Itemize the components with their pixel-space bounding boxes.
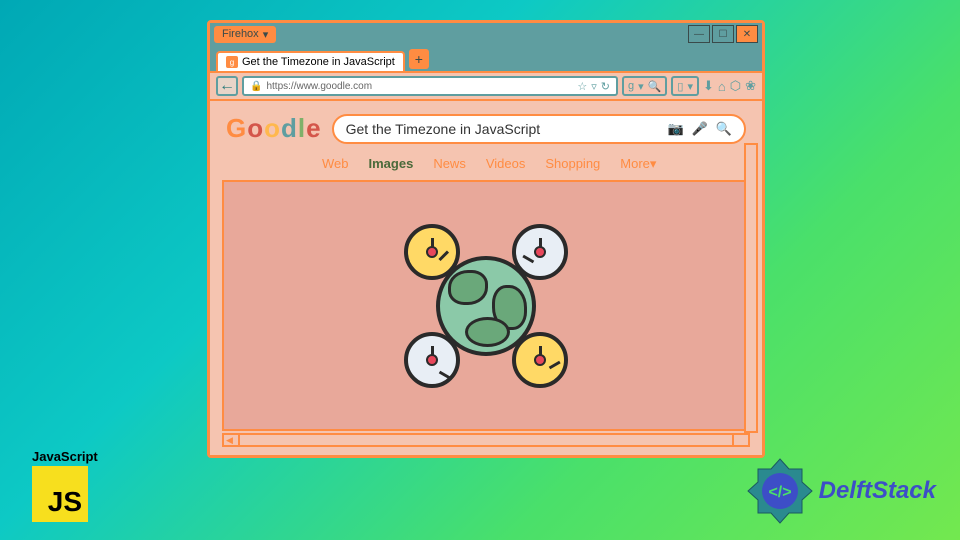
refresh-icon[interactable]: ↻ <box>601 80 610 93</box>
tab-title: Get the Timezone in JavaScript <box>242 56 395 68</box>
titlebar: Firehox ▾ — ☐ ✕ <box>210 23 762 45</box>
new-tab-button[interactable]: + <box>409 49 429 69</box>
browser-window: Firehox ▾ — ☐ ✕ g Get the Timezone in Ja… <box>207 20 765 458</box>
tabs-row: g Get the Timezone in JavaScript + <box>210 45 762 71</box>
toolbar: ← 🔒 https://www.goodle.com ☆ ▿ ↻ g ▾ 🔍 ▯… <box>210 71 762 101</box>
chevron-down-icon: ▾ <box>263 28 269 41</box>
js-label: JavaScript <box>32 449 110 464</box>
scroll-left-icon: ◀ <box>226 435 233 446</box>
browser-tab[interactable]: g Get the Timezone in JavaScript <box>216 51 405 71</box>
clock-icon <box>512 224 568 280</box>
page-content: G o o d l e Get the Timezone in JavaScri… <box>210 101 762 455</box>
logo-e: e <box>306 113 321 144</box>
app-name-badge: Firehox ▾ <box>214 26 276 43</box>
search-query-text: Get the Timezone in JavaScript <box>346 121 662 137</box>
extension-group: g ▾ 🔍 <box>622 76 667 96</box>
logo-l: l <box>298 113 306 144</box>
window-controls: — ☐ ✕ <box>688 25 758 43</box>
separator: ▾ <box>638 80 644 93</box>
maximize-button[interactable]: ☐ <box>712 25 734 43</box>
chevron-down-icon: ▾ <box>687 80 693 93</box>
chevron-down-icon[interactable]: ▿ <box>591 80 597 93</box>
scroll-right-icon: ▶ <box>739 435 746 446</box>
logo-g: G <box>226 113 247 144</box>
site-logo[interactable]: G o o d l e <box>226 113 322 144</box>
tab-favicon-icon: g <box>226 56 238 68</box>
minimize-button[interactable]: — <box>688 25 710 43</box>
download-icon[interactable]: ⬇ <box>703 78 714 94</box>
sidebar-toggle[interactable]: ▯ ▾ <box>671 76 699 96</box>
panel-icon: ▯ <box>677 80 683 93</box>
url-actions: ☆ ▿ ↻ <box>577 80 610 93</box>
home-icon[interactable]: ⌂ <box>718 79 726 94</box>
star-icon[interactable]: ☆ <box>577 80 587 93</box>
close-button[interactable]: ✕ <box>736 25 758 43</box>
nav-tab-more[interactable]: More▾ <box>620 156 656 172</box>
javascript-badge: JavaScript JS <box>32 449 110 522</box>
nav-tab-videos[interactable]: Videos <box>486 156 526 172</box>
url-bar[interactable]: 🔒 https://www.goodle.com ☆ ▿ ↻ <box>242 76 618 96</box>
search-input[interactable]: Get the Timezone in JavaScript 📷 🎤 🔍 <box>332 114 746 144</box>
search-header: G o o d l e Get the Timezone in JavaScri… <box>214 105 758 152</box>
back-button[interactable]: ← <box>216 76 238 96</box>
logo-o1: o <box>247 113 264 144</box>
clock-icon <box>404 332 460 388</box>
nav-tab-news[interactable]: News <box>433 156 466 172</box>
delftstack-badge: </> DelftStack <box>745 456 936 526</box>
nav-tab-images[interactable]: Images <box>369 156 414 172</box>
delftstack-logo-icon: </> <box>745 456 815 526</box>
share-icon[interactable]: ❀ <box>745 78 756 94</box>
clock-icon <box>512 332 568 388</box>
image-result[interactable] <box>222 180 750 431</box>
camera-icon[interactable]: 📷 <box>667 121 683 137</box>
nav-tab-web[interactable]: Web <box>322 156 349 172</box>
logo-d: d <box>281 113 298 144</box>
search-icon[interactable]: 🔍 <box>648 80 662 93</box>
app-name-text: Firehox <box>222 28 259 40</box>
horizontal-scrollbar[interactable]: ◀ ▶ <box>222 433 750 447</box>
delftstack-label: DelftStack <box>819 477 936 505</box>
search-actions: 📷 🎤 🔍 <box>667 121 732 137</box>
vertical-scrollbar[interactable] <box>744 143 758 433</box>
lock-icon: 🔒 <box>250 81 262 92</box>
logo-o2: o <box>264 113 281 144</box>
search-icon[interactable]: 🔍 <box>716 121 732 137</box>
nav-tab-shopping[interactable]: Shopping <box>545 156 600 172</box>
extension-icon[interactable]: g <box>628 80 634 92</box>
timezone-globe-illustration <box>386 216 586 396</box>
js-logo-icon: JS <box>32 466 88 522</box>
arrow-left-icon: ← <box>219 77 235 95</box>
svg-text:</>: </> <box>768 484 791 501</box>
chevron-down-icon: ▾ <box>650 156 657 171</box>
nav-tabs: Web Images News Videos Shopping More▾ <box>214 152 758 180</box>
url-text: https://www.goodle.com <box>266 81 573 92</box>
mic-icon[interactable]: 🎤 <box>692 121 708 137</box>
cube-icon[interactable]: ⬡ <box>730 78 741 94</box>
clock-icon <box>404 224 460 280</box>
